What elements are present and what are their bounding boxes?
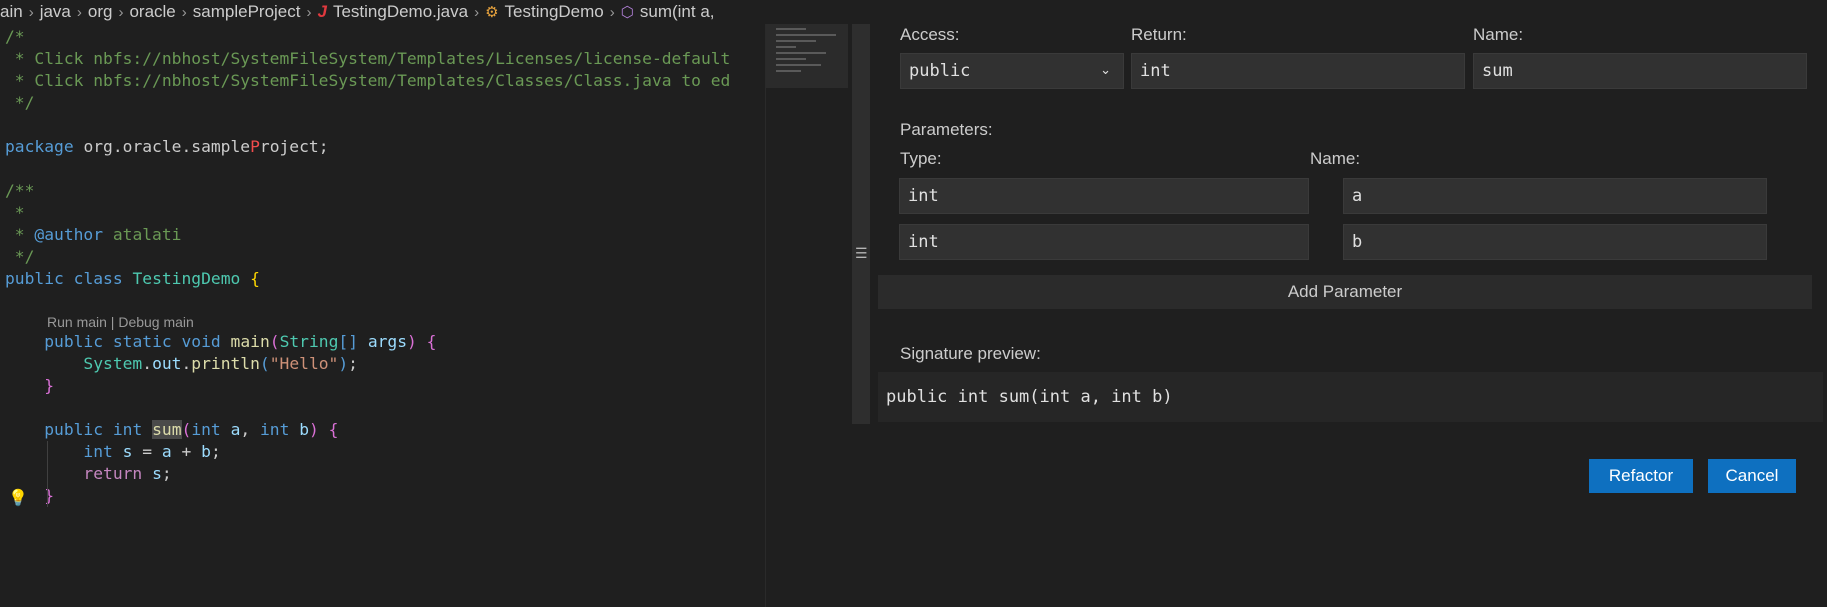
code-line: * Click nbfs://nbhost/SystemFileSystem/T… (5, 71, 731, 90)
param-name-field[interactable]: a (1343, 178, 1767, 214)
minimap-line (776, 52, 826, 54)
code-line: System.out.println("Hello"); (83, 354, 358, 373)
chevron-down-icon: ⌄ (1100, 63, 1111, 78)
code-line: public class TestingDemo { (5, 269, 260, 288)
param-type-field[interactable]: int (899, 178, 1309, 214)
breadcrumb-item[interactable]: oracle (129, 2, 175, 22)
refactor-button[interactable]: Refactor (1589, 459, 1693, 493)
chevron-right-icon: › (181, 3, 187, 21)
chevron-right-icon: › (118, 3, 124, 21)
breadcrumb-method[interactable]: sum(int a, (640, 2, 715, 22)
breadcrumb-item[interactable]: org (88, 2, 113, 22)
minimap-line (776, 34, 836, 36)
parameters-label: Parameters: (900, 120, 993, 139)
java-file-icon: J (317, 2, 327, 21)
breadcrumb: ain › java › org › oracle › sampleProject › J… (0, 0, 855, 24)
access-select-value: public (909, 61, 971, 81)
signature-preview-label: Signature preview: (900, 344, 1041, 363)
param-type-field[interactable]: int (899, 224, 1309, 260)
return-label: Return: (1131, 25, 1187, 44)
scrollbar[interactable] (852, 24, 870, 424)
code-editor[interactable]: ain › java › org › oracle › sampleProject › J… (0, 0, 855, 607)
access-label: Access: (900, 25, 960, 44)
lightbulb-icon[interactable]: 💡 (8, 488, 28, 508)
breadcrumb-class[interactable]: TestingDemo (505, 2, 604, 22)
minimap-line (776, 64, 821, 66)
breadcrumb-item[interactable]: sampleProject (193, 2, 301, 22)
minimap-line (776, 40, 816, 42)
name-label: Name: (1473, 25, 1524, 44)
method-cube-icon: ⬡ (620, 4, 634, 21)
method-name-field[interactable]: sum (1473, 53, 1807, 89)
signature-preview: public int sum(int a, int b) (878, 372, 1823, 422)
breadcrumb-item[interactable]: ain (0, 2, 23, 22)
add-parameter-button[interactable]: Add Parameter (878, 275, 1812, 309)
access-select[interactable]: public ⌄ (900, 53, 1124, 89)
code-line: } (44, 376, 55, 395)
drag-handle-icon[interactable]: ☰ (855, 246, 868, 260)
class-icon: ⚙ (485, 4, 499, 21)
chevron-right-icon: › (76, 3, 82, 21)
minimap-line (776, 58, 806, 60)
cancel-button[interactable]: Cancel (1708, 459, 1796, 493)
breadcrumb-item[interactable]: java (40, 2, 71, 22)
change-method-signature-panel: Access: Return: Name: public ⌄ int sum P… (873, 0, 1827, 607)
param-name-field[interactable]: b (1343, 224, 1767, 260)
chevron-right-icon: › (306, 3, 312, 21)
chevron-right-icon: › (28, 3, 34, 21)
code-line: package org.oracle.sampleProject; (5, 137, 329, 156)
return-type-field[interactable]: int (1131, 53, 1465, 89)
breadcrumb-file[interactable]: TestingDemo.java (333, 2, 468, 22)
indent-guide (47, 441, 48, 507)
code-line: */ (5, 93, 35, 112)
chevron-right-icon: › (474, 3, 480, 21)
param-type-column-label: Type: (900, 149, 942, 168)
minimap-line (776, 70, 801, 72)
minimap-line (776, 46, 796, 48)
chevron-right-icon: › (609, 3, 615, 21)
minimap[interactable] (765, 24, 849, 607)
minimap-line (776, 28, 806, 30)
code-area[interactable]: /* * Click nbfs://nbhost/SystemFileSyste… (0, 24, 765, 607)
param-name-column-label: Name: (1310, 149, 1361, 168)
